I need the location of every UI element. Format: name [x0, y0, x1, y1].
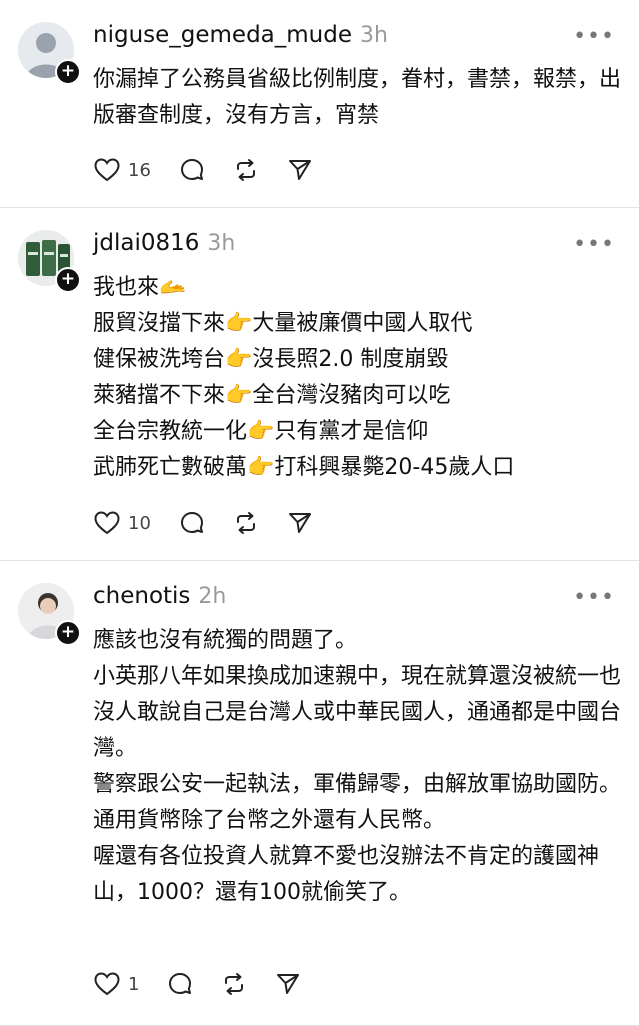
- post-line: 健保被洗垮台👉沒長照2.0 制度崩毀: [93, 347, 449, 372]
- post-1: + niguse_gemeda_mude 3h ••• 你漏掉了公務員省級比例制…: [0, 0, 639, 208]
- like-button[interactable]: 16: [94, 158, 151, 182]
- heart-icon: [94, 511, 120, 535]
- like-count: 1: [128, 973, 140, 995]
- avatar-wrap: +: [18, 230, 81, 293]
- username[interactable]: jdlai0816: [93, 230, 199, 256]
- share-button[interactable]: [275, 971, 301, 997]
- post-text: 應該也沒有統獨的問題了。 小英那八年如果換成加速親中，現在就算還沒被統一也沒人敢…: [93, 623, 623, 911]
- avatar-wrap: +: [18, 583, 81, 646]
- repost-icon: [236, 159, 255, 181]
- post-line: 服貿沒擋下來👉大量被廉價中國人取代: [93, 311, 473, 336]
- like-button[interactable]: 1: [94, 972, 139, 996]
- post-header: niguse_gemeda_mude 3h: [93, 22, 388, 48]
- share-button[interactable]: [287, 157, 313, 183]
- repost-button[interactable]: [233, 510, 259, 536]
- timestamp: 2h: [198, 584, 227, 609]
- share-button[interactable]: [287, 510, 313, 536]
- send-icon: [277, 974, 300, 994]
- send-icon: [288, 160, 311, 180]
- post-line: 你漏掉了公務員省級比例制度，眷村，書禁，報禁，出版審查制度，沒有方言，宵禁: [93, 67, 622, 128]
- post-line: 我也來🫴: [93, 275, 187, 300]
- action-bar: 1: [94, 971, 329, 997]
- repost-icon: [225, 973, 244, 995]
- avatar-wrap: +: [18, 22, 81, 85]
- username[interactable]: chenotis: [93, 583, 190, 609]
- repost-button[interactable]: [221, 971, 247, 997]
- post-line: 萊豬擋不下來👉全台灣沒豬肉可以吃: [93, 383, 451, 408]
- follow-button[interactable]: +: [55, 59, 81, 85]
- post-3: + chenotis 2h ••• 應該也沒有統獨的問題了。 小英那八年如果換成…: [0, 561, 639, 1026]
- timestamp: 3h: [360, 23, 388, 48]
- reply-button[interactable]: [179, 157, 205, 183]
- repost-button[interactable]: [233, 157, 259, 183]
- more-options-icon[interactable]: •••: [573, 232, 615, 257]
- post-line: 應該也沒有統獨的問題了。: [93, 628, 358, 653]
- follow-button[interactable]: +: [55, 267, 81, 293]
- post-text: 你漏掉了公務員省級比例制度，眷村，書禁，報禁，出版審查制度，沒有方言，宵禁: [93, 62, 623, 134]
- like-count: 10: [128, 512, 151, 534]
- comment-icon: [169, 973, 192, 994]
- send-icon: [288, 513, 311, 533]
- reply-button[interactable]: [167, 971, 193, 997]
- post-header: jdlai0816 3h: [93, 230, 235, 256]
- heart-icon: [94, 972, 120, 996]
- like-count: 16: [128, 159, 151, 181]
- reply-button[interactable]: [179, 510, 205, 536]
- more-options-icon[interactable]: •••: [573, 585, 615, 610]
- post-line: 喔還有各位投資人就算不愛也沒辦法不肯定的護國神山，1000？還有100就偷笑了。: [93, 844, 600, 905]
- post-line: 警察跟公安一起執法，軍備歸零，由解放軍協助國防。: [93, 772, 622, 797]
- post-text: 我也來🫴 服貿沒擋下來👉大量被廉價中國人取代 健保被洗垮台👉沒長照2.0 制度崩…: [93, 270, 623, 486]
- action-bar: 10: [94, 510, 341, 536]
- username[interactable]: niguse_gemeda_mude: [93, 22, 352, 48]
- post-line: 小英那八年如果換成加速親中，現在就算還沒被統一也沒人敢說自己是台灣人或中華民國人…: [93, 664, 622, 761]
- follow-button[interactable]: +: [55, 620, 81, 646]
- post-header: chenotis 2h: [93, 583, 226, 609]
- more-options-icon[interactable]: •••: [573, 24, 615, 49]
- post-2: + jdlai0816 3h ••• 我也來🫴 服貿沒擋下來👉大量被廉價中國人取…: [0, 208, 639, 561]
- comment-icon: [180, 512, 203, 533]
- comment-icon: [180, 159, 203, 180]
- timestamp: 3h: [207, 231, 236, 256]
- post-line: 全台宗教統一化👉只有黨才是信仰: [93, 419, 429, 444]
- post-line: 通用貨幣除了台幣之外還有人民幣。: [93, 808, 446, 833]
- post-line: 武肺死亡數破萬👉打科興暴斃20-45歲人口: [93, 455, 515, 480]
- action-bar: 16: [94, 157, 341, 183]
- repost-icon: [236, 512, 255, 534]
- like-button[interactable]: 10: [94, 511, 151, 535]
- heart-icon: [94, 158, 120, 182]
